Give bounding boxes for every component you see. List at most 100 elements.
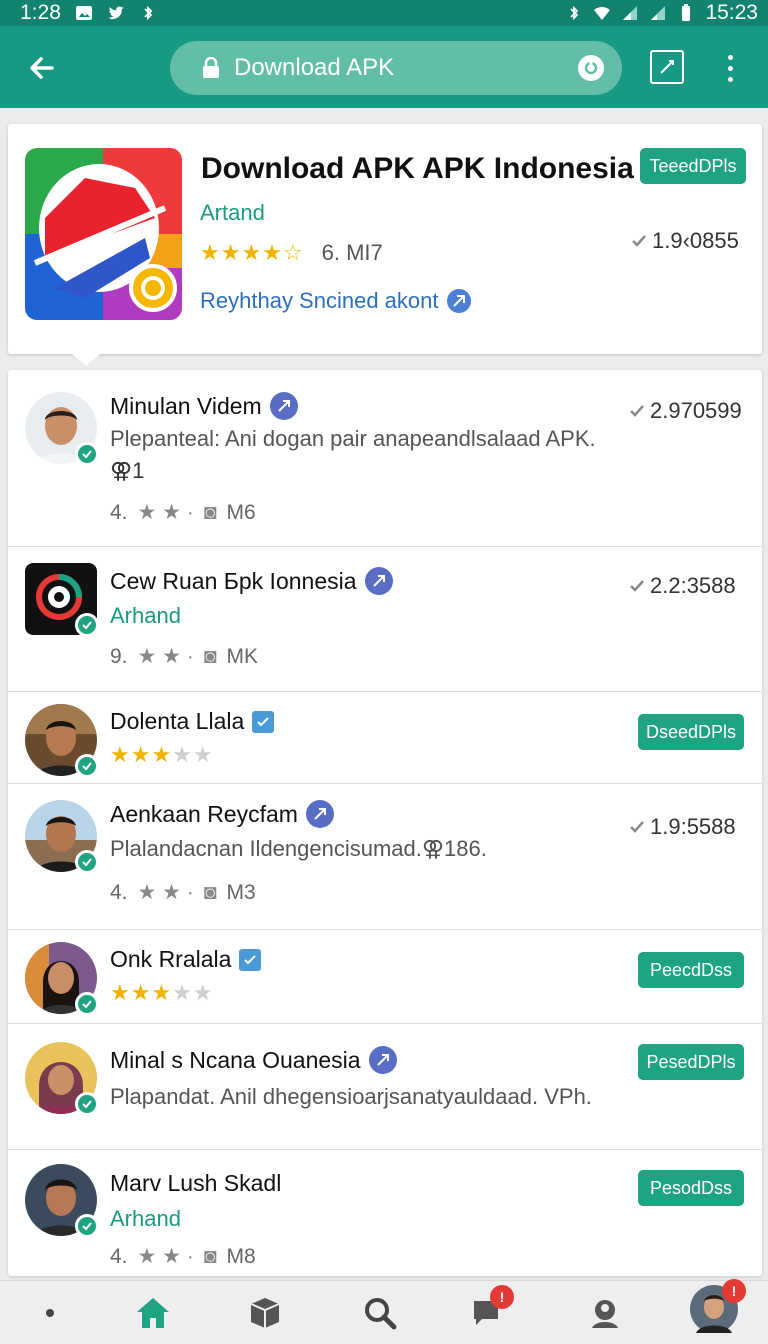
item-author[interactable]: Arhand bbox=[110, 1206, 181, 1232]
featured-downloads: 1.9‹0855 bbox=[630, 228, 739, 254]
item-title-text: Minulan Videm bbox=[110, 392, 262, 419]
avatar bbox=[25, 704, 99, 778]
twitter-icon bbox=[107, 6, 124, 20]
nav-box[interactable] bbox=[245, 1293, 285, 1333]
verified-check-icon bbox=[75, 613, 99, 637]
item-count: 1.9:5588 bbox=[628, 814, 736, 840]
item-stars: ★★★★★ bbox=[110, 980, 214, 1005]
signal-icon-2 bbox=[651, 6, 666, 20]
item-description: Plapandat. Anil dhegensioarjsanatyauldaa… bbox=[110, 1084, 592, 1109]
featured-subtitle-link[interactable]: Reyhthay Sncined akont bbox=[200, 288, 471, 314]
reload-icon[interactable] bbox=[578, 55, 604, 81]
size-icon: ◙ bbox=[203, 500, 217, 524]
featured-install-button[interactable]: TeeedDPls bbox=[640, 148, 746, 184]
item-title-text: Dolenta Llala bbox=[110, 708, 245, 734]
verified-check-icon bbox=[75, 1214, 99, 1238]
star-rating-icon: ★ ★ · bbox=[137, 1245, 194, 1268]
item-meta: 9. ★ ★ · ◙ MK bbox=[110, 644, 258, 669]
nav-profile[interactable] bbox=[585, 1293, 625, 1333]
verified-check-icon bbox=[75, 992, 99, 1016]
item-description: Plepanteal: Ani dogan pair anapeandlsala… bbox=[110, 426, 596, 451]
wifi-icon bbox=[594, 6, 611, 20]
item-title: Minulan Videm bbox=[110, 392, 298, 420]
meta-number: 4. bbox=[110, 880, 128, 904]
verified-check-icon bbox=[75, 442, 99, 466]
status-time-left: 1:28 bbox=[20, 1, 61, 24]
item-description: Plalandacnan Ildengencisumad.⚢186. bbox=[110, 836, 487, 861]
avatar bbox=[25, 942, 99, 1016]
item-author[interactable]: Arhand bbox=[110, 603, 181, 629]
list-item[interactable]: Marv Lush Skadl Arhand 4. ★ ★ · ◙ M8 Pes… bbox=[8, 1150, 762, 1276]
meta-number: 4. bbox=[110, 1244, 128, 1268]
app-icon bbox=[25, 563, 99, 637]
nav-user-avatar[interactable]: ! bbox=[690, 1279, 746, 1333]
dot-icon bbox=[46, 1309, 54, 1317]
item-install-button[interactable]: PesedDPls bbox=[638, 1044, 744, 1080]
item-extra: ⚢1 bbox=[110, 458, 145, 483]
item-count-value: 2.2:3588 bbox=[650, 573, 736, 598]
item-meta: 4. ★ ★ · ◙ M6 bbox=[110, 500, 256, 525]
status-time-right: 15:23 bbox=[705, 1, 758, 24]
item-title: Aenkaan Reycfam bbox=[110, 800, 334, 828]
featured-author[interactable]: Artand bbox=[200, 200, 265, 226]
list-item[interactable]: Minal s Ncana Ouanesia Plapandat. Anil d… bbox=[8, 1024, 762, 1150]
overflow-menu-button[interactable] bbox=[718, 48, 742, 88]
signal-icon bbox=[623, 6, 638, 20]
search-icon bbox=[365, 1298, 397, 1330]
lock-icon bbox=[202, 57, 220, 79]
app-list: Minulan Videm Plepanteal: Ani dogan pair… bbox=[8, 370, 762, 1276]
item-meta: 4. ★ ★ · ◙ M3 bbox=[110, 880, 256, 905]
nav-search[interactable] bbox=[360, 1293, 400, 1333]
avatar-notification-badge: ! bbox=[722, 1279, 746, 1303]
badge-icon bbox=[368, 1046, 397, 1074]
check-icon bbox=[630, 580, 644, 592]
list-item[interactable]: Onk Rralala ★★★★★ PeecdDss bbox=[8, 930, 762, 1024]
profile-pin-icon bbox=[592, 1300, 618, 1328]
app-bar: Download APK bbox=[0, 26, 768, 108]
meta-number: 9. bbox=[110, 644, 128, 668]
badge-icon bbox=[269, 392, 298, 420]
badge-icon bbox=[364, 567, 393, 595]
item-title-text: Minal s Ncana Ouanesia bbox=[110, 1046, 361, 1073]
card-pointer bbox=[72, 354, 100, 366]
meta-number: 4. bbox=[110, 500, 128, 524]
nav-home[interactable] bbox=[133, 1293, 173, 1333]
image-notification-icon bbox=[75, 6, 92, 20]
item-title: Cew Ruan Бpk Ionnesia bbox=[110, 567, 393, 595]
avatar bbox=[25, 392, 99, 466]
meta-size: M3 bbox=[226, 880, 256, 904]
size-icon: ◙ bbox=[203, 644, 217, 668]
list-item[interactable]: Cew Ruan Бpk Ionnesia Arhand 9. ★ ★ · ◙ … bbox=[8, 547, 762, 692]
item-meta: 4. ★ ★ · ◙ M8 bbox=[110, 1244, 256, 1269]
nav-dot[interactable] bbox=[30, 1293, 70, 1333]
featured-app-card[interactable]: Download APK APK Indonesia Artand ★★★★☆ … bbox=[8, 124, 762, 366]
item-title: Onk Rralala bbox=[110, 946, 262, 973]
home-icon bbox=[137, 1298, 169, 1328]
item-install-button[interactable]: PeecdDss bbox=[638, 952, 744, 988]
item-install-button[interactable]: DseedDPls bbox=[638, 714, 744, 750]
item-title-text: Cew Ruan Бpk Ionnesia bbox=[110, 567, 357, 594]
avatar bbox=[25, 1042, 99, 1116]
featured-title[interactable]: Download APK APK Indonesia bbox=[201, 152, 634, 186]
item-title: Marv Lush Skadl bbox=[110, 1170, 281, 1197]
verified-square-icon bbox=[252, 710, 275, 733]
battery-icon bbox=[682, 4, 691, 21]
item-install-button[interactable]: PesodDss bbox=[638, 1170, 744, 1206]
item-title: Dolenta Llala bbox=[110, 708, 275, 735]
list-item[interactable]: Dolenta Llala ★★★★★ DseedDPls bbox=[8, 692, 762, 784]
meta-size: M8 bbox=[226, 1244, 256, 1268]
verified-check-icon bbox=[75, 850, 99, 874]
badge-icon bbox=[305, 800, 334, 828]
size-icon: ◙ bbox=[203, 1244, 217, 1268]
tab-switcher-button[interactable] bbox=[650, 50, 684, 84]
rating-stars: ★★★★☆ bbox=[200, 240, 304, 265]
back-arrow-icon bbox=[30, 57, 54, 79]
nav-chat[interactable]: ! bbox=[466, 1285, 514, 1333]
back-button[interactable] bbox=[22, 48, 62, 88]
item-count: 2.2:3588 bbox=[628, 573, 736, 599]
featured-downloads-value: 1.9‹0855 bbox=[652, 228, 739, 253]
url-bar[interactable]: Download APK bbox=[170, 41, 622, 95]
meta-size: MK bbox=[226, 644, 259, 668]
list-item[interactable]: Minulan Videm Plepanteal: Ani dogan pair… bbox=[8, 370, 762, 547]
list-item[interactable]: Aenkaan Reycfam Plalandacnan Ildengencis… bbox=[8, 784, 762, 930]
